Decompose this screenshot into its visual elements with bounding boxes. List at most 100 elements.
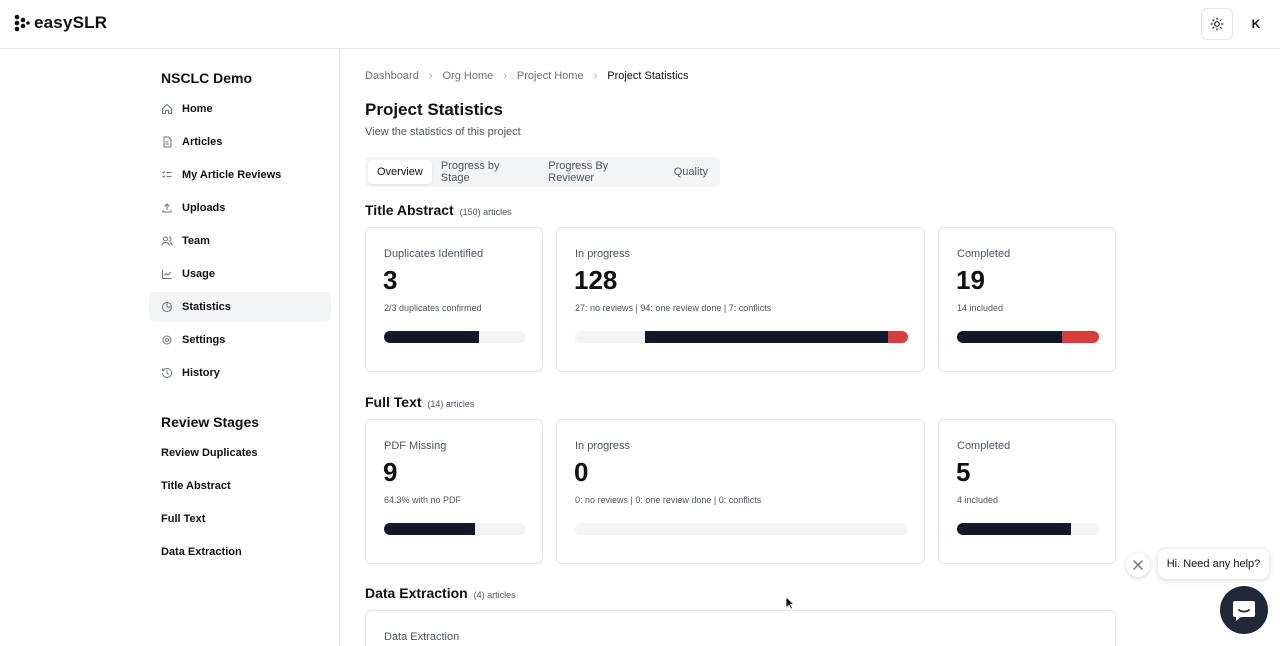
breadcrumb-org-home[interactable]: Org Home [443, 70, 494, 82]
card-label: PDF Missing [384, 440, 447, 452]
tab-overview[interactable]: Overview [368, 160, 432, 184]
sidebar-item-label: Uploads [182, 202, 226, 214]
card-label: Data Extraction [384, 631, 460, 643]
card-value: 128 [574, 265, 618, 295]
sidebar-item-team[interactable]: Team [149, 226, 331, 256]
stats-tabs: Overview Progress by Stage Progress By R… [365, 157, 720, 187]
section-title-text: Title Abstract [365, 202, 454, 218]
logo-icon [14, 14, 30, 32]
card-label: In progress [575, 248, 631, 260]
pie-chart-icon [161, 301, 173, 313]
project-title: NSCLC Demo [161, 70, 253, 86]
chat-close-button[interactable] [1126, 553, 1150, 577]
mouse-cursor-icon [785, 596, 795, 610]
card-pdf-missing: PDF Missing 9 64.3% with no PDF [365, 419, 543, 564]
sidebar-item-my-article-reviews[interactable]: My Article Reviews [149, 160, 331, 190]
sidebar-item-usage[interactable]: Usage [149, 259, 331, 289]
chevron-right-icon: › [428, 70, 433, 82]
card-subtext: 0: no reviews | 0: one review done | 0: … [575, 495, 762, 505]
top-bar: easySLR K [0, 0, 1280, 49]
stage-data-extraction[interactable]: Data Extraction [161, 546, 242, 558]
progress-segment [384, 523, 476, 535]
breadcrumb: Dashboard › Org Home › Project Home › Pr… [365, 70, 689, 82]
chat-bubble[interactable]: Hi. Need any help? [1158, 549, 1269, 579]
section-count: (150) articles [459, 207, 512, 217]
progress-bar [957, 523, 1099, 535]
sidebar-item-articles[interactable]: Articles [149, 127, 331, 157]
stage-full-text[interactable]: Full Text [161, 513, 205, 525]
card-label: Completed [957, 248, 1011, 260]
history-icon [161, 367, 173, 379]
section-count: (14) articles [427, 399, 475, 409]
card-subtext: 14 included [957, 303, 1004, 313]
sidebar-item-label: Team [182, 235, 210, 247]
progress-bar [575, 523, 908, 535]
review-stages-title: Review Stages [161, 414, 260, 430]
sidebar-item-settings[interactable]: Settings [149, 325, 331, 355]
tab-progress-by-reviewer[interactable]: Progress By Reviewer [539, 160, 665, 184]
sidebar: NSCLC Demo Home Articles My Article Revi… [0, 49, 340, 646]
sidebar-item-home[interactable]: Home [149, 94, 331, 124]
progress-segment [957, 331, 1063, 343]
chat-icon [1233, 601, 1255, 621]
theme-toggle-button[interactable] [1201, 8, 1233, 40]
tab-quality[interactable]: Quality [665, 160, 717, 184]
section-data-extraction: Data Extraction (4) articles [365, 585, 516, 601]
upload-icon [161, 202, 173, 214]
checklist-icon [161, 169, 173, 181]
page-subtitle: View the statistics of this project [365, 126, 521, 138]
stage-review-duplicates[interactable]: Review Duplicates [161, 447, 258, 459]
tab-progress-by-stage[interactable]: Progress by Stage [432, 160, 539, 184]
sidebar-item-label: Statistics [182, 301, 231, 313]
sidebar-item-label: Settings [182, 334, 226, 346]
gear-icon [161, 334, 173, 346]
app-name: easySLR [34, 13, 108, 32]
logo[interactable]: easySLR [14, 13, 107, 33]
chevron-right-icon: › [593, 70, 598, 82]
card-value: 3 [383, 265, 398, 295]
breadcrumb-current: Project Statistics [607, 70, 689, 82]
card-label: Duplicates Identified [384, 248, 484, 260]
card-value: 9 [383, 457, 398, 487]
sidebar-item-uploads[interactable]: Uploads [149, 193, 331, 223]
chart-line-icon [161, 268, 173, 280]
section-title-abstract: Title Abstract (150) articles [365, 202, 512, 218]
sidebar-item-label: Articles [182, 136, 223, 148]
sidebar-item-label: History [182, 367, 220, 379]
card-value: 19 [956, 265, 985, 295]
progress-segment [644, 331, 888, 343]
chevron-right-icon: › [503, 70, 507, 82]
progress-bar [957, 331, 1099, 343]
card-duplicates-identified: Duplicates Identified 3 2/3 duplicates c… [365, 227, 543, 372]
page-title: Project Statistics [365, 100, 503, 119]
section-count: (4) articles [473, 590, 516, 600]
section-full-text: Full Text (14) articles [365, 394, 474, 410]
progress-segment [384, 331, 480, 343]
sidebar-item-label: My Article Reviews [182, 169, 282, 181]
section-title-text: Data Extraction [365, 585, 468, 601]
card-completed-full-text: Completed 5 4 included [938, 419, 1116, 564]
card-data-extraction: Data Extraction [365, 610, 1116, 646]
sidebar-item-history[interactable]: History [149, 358, 331, 388]
breadcrumb-dashboard[interactable]: Dashboard [365, 70, 419, 82]
progress-segment [575, 331, 645, 343]
stage-title-abstract[interactable]: Title Abstract [161, 480, 231, 492]
sidebar-item-statistics[interactable]: Statistics [149, 292, 331, 322]
card-value: 5 [956, 457, 971, 487]
progress-bar [575, 331, 908, 343]
file-icon [161, 136, 173, 148]
card-subtext: 2/3 duplicates confirmed [384, 303, 482, 313]
progress-bar [384, 331, 526, 343]
users-icon [161, 235, 173, 247]
sidebar-item-label: Home [182, 103, 213, 115]
card-completed: Completed 19 14 included [938, 227, 1116, 372]
sun-icon [1210, 17, 1224, 31]
progress-bar [384, 523, 526, 535]
avatar[interactable]: K [1240, 8, 1272, 40]
card-value: 0 [574, 457, 589, 487]
breadcrumb-project-home[interactable]: Project Home [517, 70, 584, 82]
progress-segment [957, 523, 1071, 535]
chat-launcher-button[interactable] [1220, 586, 1268, 634]
close-icon [1133, 560, 1143, 570]
card-label: Completed [957, 440, 1011, 452]
